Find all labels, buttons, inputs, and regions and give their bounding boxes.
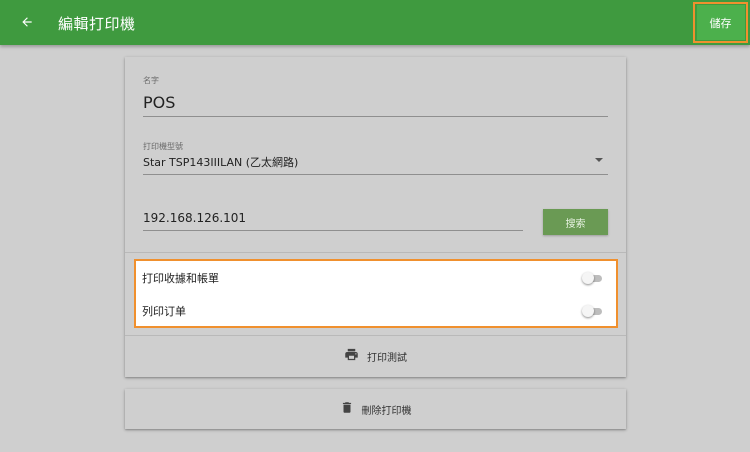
name-input[interactable]: POS [143, 93, 175, 112]
print-options-group: 打印收據和帳單 列印订单 [134, 259, 618, 328]
delete-printer-label: 刪除打印機 [361, 405, 412, 417]
ip-address-input[interactable]: 192.168.126.101 [143, 211, 246, 225]
name-field-label: 名字 [143, 76, 159, 85]
switch-thumb [582, 305, 594, 317]
printer-icon [344, 347, 359, 366]
toggle-row-print-order[interactable]: 列印订单 [142, 296, 608, 326]
save-button[interactable]: 儲存 [693, 2, 748, 43]
print-test-button[interactable]: 打印測試 [125, 336, 626, 377]
printer-settings-card: 名字 POS 打印機型號 Star TSP143IIILAN (乙太網路) 19… [125, 57, 626, 377]
toggle-label: 打印收據和帳單 [142, 272, 219, 285]
toggle-label: 列印订单 [142, 305, 186, 318]
toggle-row-print-receipt[interactable]: 打印收據和帳單 [142, 263, 608, 293]
divider [125, 252, 626, 253]
page-title: 編輯打印機 [58, 15, 136, 33]
trash-icon [340, 400, 354, 419]
print-order-switch[interactable] [582, 305, 602, 317]
chevron-down-icon[interactable] [595, 158, 603, 162]
print-test-label: 打印測試 [367, 353, 407, 364]
switch-thumb [582, 272, 594, 284]
model-select[interactable]: Star TSP143IIILAN (乙太網路) [143, 154, 298, 170]
print-receipt-switch[interactable] [582, 272, 602, 284]
back-button[interactable] [14, 10, 40, 36]
delete-printer-card: 刪除打印機 [125, 389, 626, 429]
app-bar: 編輯打印機 儲存 [0, 0, 750, 45]
save-button-label: 儲存 [696, 5, 745, 40]
ip-input-underline [143, 230, 523, 231]
arrow-left-icon [20, 14, 34, 33]
search-button[interactable]: 搜索 [543, 209, 608, 235]
delete-printer-button[interactable]: 刪除打印機 [125, 389, 626, 429]
model-select-underline [143, 174, 608, 175]
name-input-underline [143, 116, 608, 117]
model-field-label: 打印機型號 [143, 142, 183, 151]
